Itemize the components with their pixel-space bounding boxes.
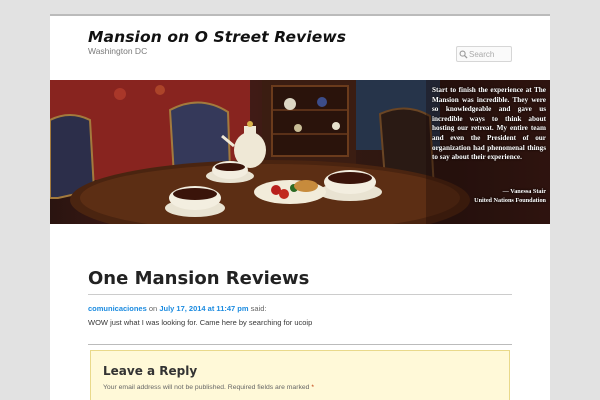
reply-notes-text: Your email address will not be published… bbox=[103, 384, 310, 391]
comment-author-link[interactable]: comunicaciones bbox=[88, 304, 147, 313]
comment-on-text: on bbox=[148, 304, 158, 313]
banner-quote-author: — Vanessa Stair bbox=[502, 188, 546, 195]
page: Mansion on O Street Reviews Washington D… bbox=[50, 14, 550, 400]
title-divider bbox=[88, 294, 512, 295]
banner-quote-organization: United Nations Foundation bbox=[474, 197, 546, 204]
reply-title: Leave a Reply bbox=[103, 364, 198, 378]
reply-notes: Your email address will not be published… bbox=[103, 384, 314, 391]
search-input[interactable] bbox=[469, 48, 511, 61]
site-description: Washington DC bbox=[88, 46, 148, 56]
required-marker: * bbox=[311, 384, 314, 391]
comment-meta: comunicaciones on July 17, 2014 at 11:47… bbox=[88, 304, 266, 313]
reply-form: Leave a Reply Your email address will no… bbox=[90, 350, 510, 400]
banner-quote: Start to finish the experience at The Ma… bbox=[432, 86, 546, 162]
page-title: One Mansion Reviews bbox=[88, 268, 310, 289]
header-banner: Start to finish the experience at The Ma… bbox=[50, 80, 550, 224]
search-icon bbox=[459, 50, 468, 59]
comment-date-link[interactable]: July 17, 2014 at 11:47 pm bbox=[159, 304, 248, 313]
search-form[interactable] bbox=[456, 46, 512, 62]
comment-body: WOW just what I was looking for. Came he… bbox=[88, 318, 313, 327]
site-title-link[interactable]: Mansion on O Street Reviews bbox=[88, 28, 346, 46]
comments-divider bbox=[88, 344, 512, 345]
comment-said-text: said: bbox=[250, 304, 267, 313]
